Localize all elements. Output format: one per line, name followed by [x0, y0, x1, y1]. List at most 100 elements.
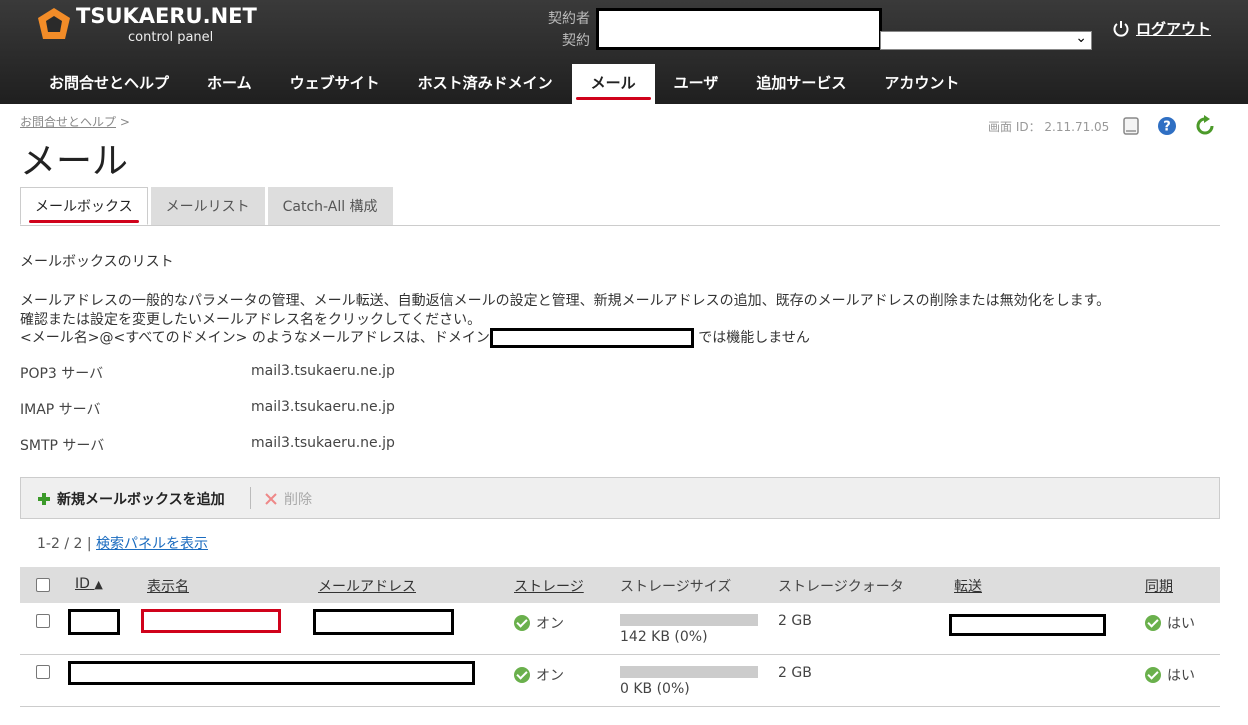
- storage-status-label: オン: [536, 668, 564, 684]
- nav-home[interactable]: ホーム: [188, 64, 271, 104]
- delete-button[interactable]: 削除: [264, 489, 312, 509]
- storage-status-label: オン: [536, 616, 564, 632]
- redacted-display-name-link[interactable]: [141, 609, 281, 633]
- intro-line-2: 確認または設定を変更したいメールアドレス名をクリックしてください。: [20, 312, 482, 328]
- nav-users[interactable]: ユーザ: [655, 64, 738, 104]
- main-nav: お問合せとヘルプ ホーム ウェブサイト ホスト済みドメイン メール ユーザ 追加…: [30, 64, 978, 104]
- contract-select[interactable]: ⌄: [880, 30, 1092, 50]
- refresh-icon[interactable]: [1194, 115, 1216, 137]
- tab-bar: メールボックス メールリスト Catch-All 構成: [20, 187, 393, 225]
- check-icon: [1145, 667, 1161, 683]
- intro-line-1: メールアドレスの一般的なパラメータの管理、メール転送、自動返信メールの設定と管理…: [20, 293, 1111, 309]
- sort-asc-icon: ▲: [94, 578, 103, 591]
- storage-status: オン: [514, 613, 564, 633]
- col-id-label: ID: [75, 576, 90, 592]
- col-display-name[interactable]: 表示名: [147, 576, 189, 596]
- redacted-mailbox-info: [68, 661, 475, 685]
- table-header: ID ▲ 表示名 メールアドレス ストレージ ストレージサイズ ストレージクォー…: [20, 567, 1220, 603]
- nav-mail[interactable]: メール: [571, 64, 655, 104]
- chevron-down-icon: ⌄: [1075, 30, 1087, 46]
- print-icon[interactable]: [1120, 115, 1142, 137]
- mailbox-table: ID ▲ 表示名 メールアドレス ストレージ ストレージサイズ ストレージクォー…: [20, 567, 1220, 707]
- storage-size: 142 KB (0%): [620, 629, 708, 645]
- svg-text:?: ?: [1163, 120, 1171, 135]
- imap-label: IMAP サーバ: [20, 402, 101, 418]
- smtp-value: mail3.tsukaeru.ne.jp: [251, 435, 395, 451]
- nav-help[interactable]: お問合せとヘルプ: [30, 64, 188, 104]
- add-mailbox-button[interactable]: 新規メールボックスを追加: [37, 489, 225, 509]
- list-count: 1-2 / 2 | 検索パネルを表示: [37, 533, 208, 553]
- delete-x-icon: [265, 493, 277, 505]
- intro-line-3: <メール名>@<すべてのドメイン> のようなメールアドレスは、ドメイン では機能…: [20, 327, 810, 348]
- col-sync[interactable]: 同期: [1145, 576, 1173, 596]
- col-storage[interactable]: ストレージ: [514, 576, 584, 596]
- check-icon: [514, 615, 530, 631]
- sync-status-label: はい: [1167, 616, 1195, 632]
- contract-label: 契約: [562, 33, 590, 49]
- redacted-id: [68, 609, 120, 635]
- storage-usage-bar: [620, 666, 758, 678]
- top-header: TSUKAERU.NET control panel 契約者 契約 ⌄ ログアウ…: [0, 0, 1248, 104]
- storage-usage-bar: [620, 614, 758, 626]
- toolbar-separator: [250, 487, 251, 509]
- storage-quota: 2 GB: [778, 665, 812, 681]
- result-count: 1-2 / 2: [37, 536, 83, 552]
- logo-mark-icon: [38, 8, 70, 39]
- nav-account[interactable]: アカウント: [865, 64, 978, 104]
- show-search-panel-link[interactable]: 検索パネルを表示: [96, 536, 208, 552]
- power-icon: [1113, 20, 1129, 37]
- screen-id: 画面 ID： 2.11.71.05: [988, 120, 1110, 134]
- col-id[interactable]: ID ▲: [75, 576, 103, 592]
- intro-line-3-suffix: では機能しません: [693, 330, 810, 346]
- nav-hosted-domains[interactable]: ホスト済みドメイン: [399, 64, 572, 104]
- page-title: メール: [20, 141, 129, 182]
- storage-status: オン: [514, 665, 564, 685]
- logo[interactable]: TSUKAERU.NET control panel: [36, 4, 257, 48]
- nav-website[interactable]: ウェブサイト: [271, 64, 399, 104]
- col-storage-quota: ストレージクォータ: [778, 579, 904, 595]
- pop3-value: mail3.tsukaeru.ne.jp: [251, 363, 395, 379]
- mailbox-toolbar: 新規メールボックスを追加 削除: [20, 477, 1220, 519]
- logout-label: ログアウト: [1136, 20, 1212, 38]
- table-row: オン 142 KB (0%) 2 GB はい: [20, 603, 1220, 655]
- redacted-domain: [489, 328, 694, 348]
- section-heading: メールボックスのリスト: [20, 254, 174, 270]
- redacted-forwarding: [949, 614, 1106, 636]
- row-checkbox[interactable]: [36, 614, 50, 628]
- breadcrumb-separator: >: [119, 115, 130, 129]
- tab-mailbox[interactable]: メールボックス: [20, 187, 148, 225]
- storage-quota: 2 GB: [778, 613, 812, 629]
- breadcrumb-help-link[interactable]: お問合せとヘルプ: [20, 115, 116, 129]
- sync-status-label: はい: [1167, 668, 1195, 684]
- logo-title: TSUKAERU.NET: [76, 4, 257, 28]
- breadcrumb: お問合せとヘルプ >: [20, 113, 130, 130]
- select-all-checkbox[interactable]: [36, 578, 50, 592]
- sync-status: はい: [1145, 613, 1195, 633]
- add-mailbox-label: 新規メールボックスを追加: [57, 492, 225, 508]
- pop3-label: POP3 サーバ: [20, 366, 104, 382]
- count-separator: |: [86, 536, 92, 552]
- help-icon[interactable]: ?: [1156, 115, 1178, 137]
- delete-label: 削除: [284, 492, 312, 508]
- check-icon: [514, 667, 530, 683]
- tab-catch-all[interactable]: Catch-All 構成: [267, 187, 393, 225]
- sync-status: はい: [1145, 665, 1195, 685]
- imap-value: mail3.tsukaeru.ne.jp: [251, 399, 395, 415]
- storage-size: 0 KB (0%): [620, 681, 690, 697]
- nav-additional-services[interactable]: 追加サービス: [737, 64, 865, 104]
- tab-mailing-list[interactable]: メールリスト: [150, 187, 265, 225]
- smtp-label: SMTP サーバ: [20, 438, 105, 454]
- logo-subtitle: control panel: [128, 30, 214, 45]
- col-forwarding[interactable]: 転送: [954, 576, 982, 596]
- tab-divider: [20, 225, 1220, 226]
- col-email[interactable]: メールアドレス: [318, 576, 416, 596]
- logout-link[interactable]: ログアウト: [1112, 18, 1211, 39]
- col-storage-size: ストレージサイズ: [620, 579, 732, 595]
- row-checkbox[interactable]: [36, 665, 50, 679]
- table-row: オン 0 KB (0%) 2 GB はい: [20, 655, 1220, 707]
- plus-icon: [38, 493, 50, 505]
- contractor-label: 契約者: [548, 11, 590, 27]
- intro-line-3-prefix: <メール名>@<すべてのドメイン> のようなメールアドレスは、ドメイン: [20, 330, 490, 346]
- redacted-contractor-name: [596, 8, 882, 50]
- check-icon: [1145, 615, 1161, 631]
